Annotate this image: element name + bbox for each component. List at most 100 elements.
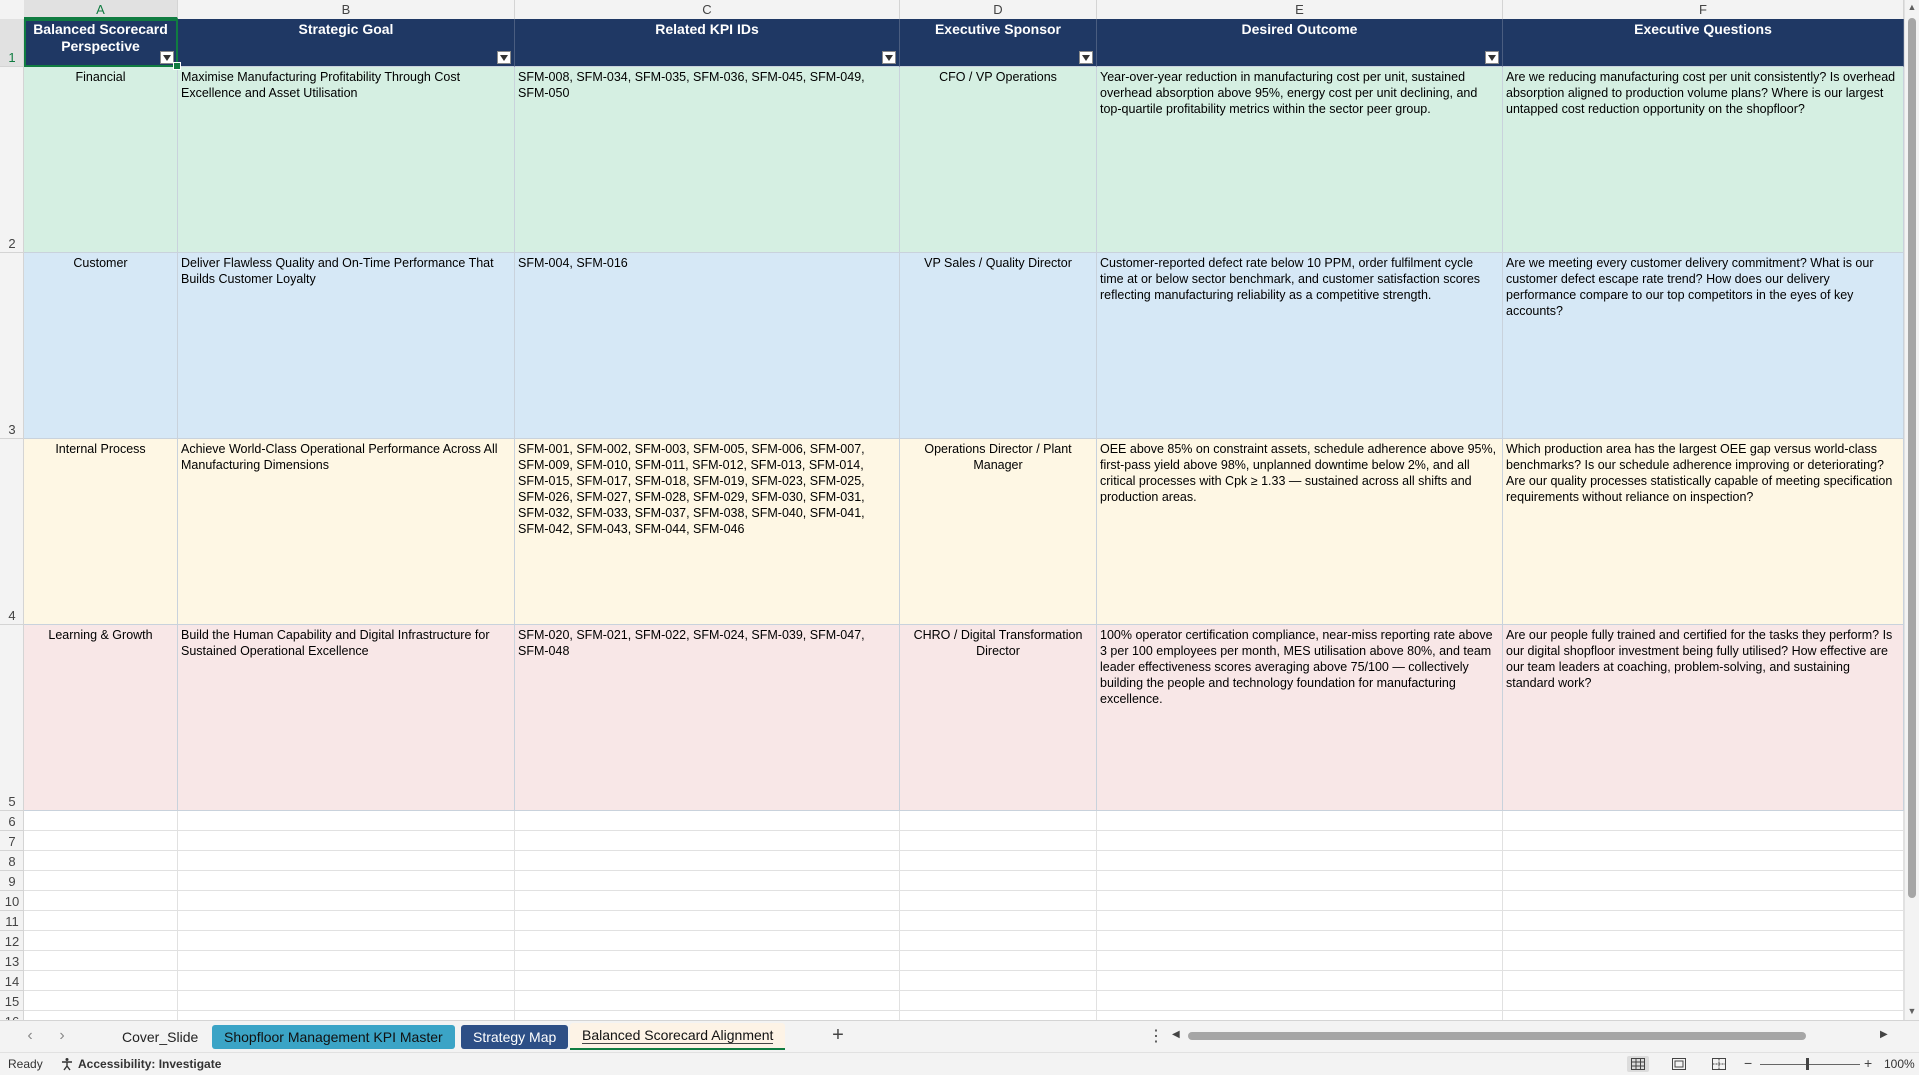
cell-c13[interactable] xyxy=(515,951,900,971)
cell-f6[interactable] xyxy=(1503,811,1904,831)
cell-d8[interactable] xyxy=(900,851,1097,871)
add-sheet-icon[interactable]: + xyxy=(826,1024,850,1047)
cell-f15[interactable] xyxy=(1503,991,1904,1011)
scroll-up-icon[interactable]: ▲ xyxy=(1907,2,1917,12)
cell-a13[interactable] xyxy=(24,951,178,971)
cell-c16[interactable] xyxy=(515,1011,900,1020)
cell-e8[interactable] xyxy=(1097,851,1503,871)
cell-b9[interactable] xyxy=(178,871,515,891)
cell-a10[interactable] xyxy=(24,891,178,911)
column-header-c[interactable]: C xyxy=(515,0,900,19)
column-header-d[interactable]: D xyxy=(900,0,1097,19)
zoom-in-icon[interactable]: + xyxy=(1864,1055,1872,1071)
cell-a4[interactable]: Internal Process xyxy=(24,439,178,625)
tab-strategy-map[interactable]: Strategy Map xyxy=(461,1025,569,1049)
cell-d16[interactable] xyxy=(900,1011,1097,1020)
vertical-scroll-thumb[interactable] xyxy=(1908,18,1916,898)
cell-f3[interactable]: Are we meeting every customer delivery c… xyxy=(1503,253,1904,439)
cell-c2[interactable]: SFM-008, SFM-034, SFM-035, SFM-036, SFM-… xyxy=(515,67,900,253)
cell-f13[interactable] xyxy=(1503,951,1904,971)
filter-dropdown-icon[interactable] xyxy=(1485,51,1499,64)
cell-d11[interactable] xyxy=(900,911,1097,931)
horizontal-scroll-thumb[interactable] xyxy=(1188,1032,1806,1040)
header-cell-c[interactable]: Related KPI IDs xyxy=(515,19,900,67)
row-header-1[interactable]: 1 xyxy=(0,19,23,67)
horizontal-scrollbar[interactable]: ◀ ▶ xyxy=(1170,1029,1894,1043)
cell-d5[interactable]: CHRO / Digital Transformation Director xyxy=(900,625,1097,811)
cell-b5[interactable]: Build the Human Capability and Digital I… xyxy=(178,625,515,811)
cell-c5[interactable]: SFM-020, SFM-021, SFM-022, SFM-024, SFM-… xyxy=(515,625,900,811)
row-header-15[interactable]: 15 xyxy=(0,991,23,1011)
cell-b12[interactable] xyxy=(178,931,515,951)
row-header-4[interactable]: 4 xyxy=(0,439,23,625)
row-header-7[interactable]: 7 xyxy=(0,831,23,851)
cell-a12[interactable] xyxy=(24,931,178,951)
cell-e5[interactable]: 100% operator certification compliance, … xyxy=(1097,625,1503,811)
cell-c8[interactable] xyxy=(515,851,900,871)
tab-balanced-scorecard-alignment[interactable]: Balanced Scorecard Alignment xyxy=(570,1023,786,1050)
zoom-slider-track[interactable] xyxy=(1760,1064,1860,1065)
cell-b7[interactable] xyxy=(178,831,515,851)
filter-dropdown-icon[interactable] xyxy=(1079,51,1093,64)
cell-d9[interactable] xyxy=(900,871,1097,891)
cell-c9[interactable] xyxy=(515,871,900,891)
cell-a9[interactable] xyxy=(24,871,178,891)
cell-c12[interactable] xyxy=(515,931,900,951)
header-cell-d[interactable]: Executive Sponsor xyxy=(900,19,1097,67)
cell-d4[interactable]: Operations Director / Plant Manager xyxy=(900,439,1097,625)
cell-f5[interactable]: Are our people fully trained and certifi… xyxy=(1503,625,1904,811)
cell-e12[interactable] xyxy=(1097,931,1503,951)
row-header-13[interactable]: 13 xyxy=(0,951,23,971)
cell-a11[interactable] xyxy=(24,911,178,931)
cell-c10[interactable] xyxy=(515,891,900,911)
cell-e16[interactable] xyxy=(1097,1011,1503,1020)
cell-c14[interactable] xyxy=(515,971,900,991)
row-header-8[interactable]: 8 xyxy=(0,851,23,871)
header-cell-f[interactable]: Executive Questions xyxy=(1503,19,1904,67)
scroll-left-icon[interactable]: ◀ xyxy=(1172,1029,1180,1040)
prev-sheet-icon[interactable]: ‹ xyxy=(20,1027,40,1045)
cell-f16[interactable] xyxy=(1503,1011,1904,1020)
cell-b15[interactable] xyxy=(178,991,515,1011)
tab-shopfloor-management-kpi-master[interactable]: Shopfloor Management KPI Master xyxy=(212,1025,455,1049)
cell-e11[interactable] xyxy=(1097,911,1503,931)
cell-b3[interactable]: Deliver Flawless Quality and On-Time Per… xyxy=(178,253,515,439)
cell-d2[interactable]: CFO / VP Operations xyxy=(900,67,1097,253)
fill-handle[interactable] xyxy=(173,62,181,70)
next-sheet-icon[interactable]: › xyxy=(52,1027,72,1045)
column-header-e[interactable]: E xyxy=(1097,0,1503,19)
cell-e4[interactable]: OEE above 85% on constraint assets, sche… xyxy=(1097,439,1503,625)
tab-cover-slide[interactable]: Cover_Slide xyxy=(110,1025,210,1049)
cell-f8[interactable] xyxy=(1503,851,1904,871)
cell-a3[interactable]: Customer xyxy=(24,253,178,439)
filter-dropdown-icon[interactable] xyxy=(882,51,896,64)
cell-d3[interactable]: VP Sales / Quality Director xyxy=(900,253,1097,439)
header-cell-e[interactable]: Desired Outcome xyxy=(1097,19,1503,67)
cell-a8[interactable] xyxy=(24,851,178,871)
cell-b10[interactable] xyxy=(178,891,515,911)
cell-f14[interactable] xyxy=(1503,971,1904,991)
cell-a5[interactable]: Learning & Growth xyxy=(24,625,178,811)
cell-b8[interactable] xyxy=(178,851,515,871)
cell-c7[interactable] xyxy=(515,831,900,851)
cell-b4[interactable]: Achieve World-Class Operational Performa… xyxy=(178,439,515,625)
cell-d13[interactable] xyxy=(900,951,1097,971)
filter-dropdown-icon[interactable] xyxy=(160,51,174,64)
cell-f11[interactable] xyxy=(1503,911,1904,931)
cell-d15[interactable] xyxy=(900,991,1097,1011)
cell-e7[interactable] xyxy=(1097,831,1503,851)
row-header-3[interactable]: 3 xyxy=(0,253,23,439)
scroll-right-icon[interactable]: ▶ xyxy=(1880,1029,1888,1040)
cell-c3[interactable]: SFM-004, SFM-016 xyxy=(515,253,900,439)
column-header-f[interactable]: F xyxy=(1503,0,1904,19)
accessibility-status[interactable]: Accessibility: Investigate xyxy=(60,1057,221,1071)
row-header-12[interactable]: 12 xyxy=(0,931,23,951)
filter-dropdown-icon[interactable] xyxy=(497,51,511,64)
header-cell-b[interactable]: Strategic Goal xyxy=(178,19,515,67)
cell-a7[interactable] xyxy=(24,831,178,851)
worksheet-grid[interactable]: Balanced Scorecard Perspective Strategic … xyxy=(24,19,1904,1020)
cell-e2[interactable]: Year-over-year reduction in manufacturin… xyxy=(1097,67,1503,253)
cell-e15[interactable] xyxy=(1097,991,1503,1011)
cell-a15[interactable] xyxy=(24,991,178,1011)
cell-b13[interactable] xyxy=(178,951,515,971)
